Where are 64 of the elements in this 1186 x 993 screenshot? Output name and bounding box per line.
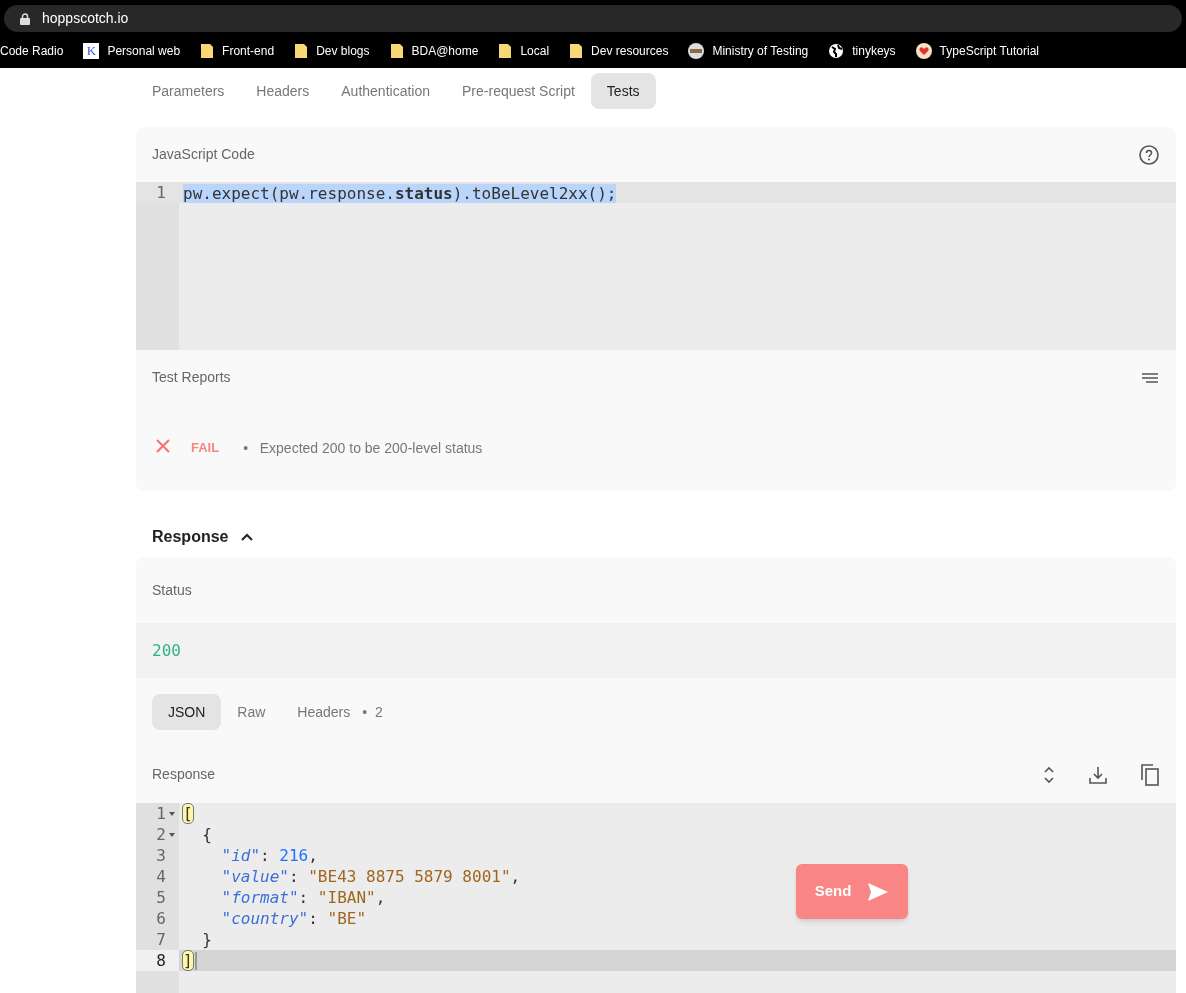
folder-icon — [389, 42, 404, 59]
globe-icon — [828, 42, 845, 59]
line-number: 7 — [155, 929, 167, 950]
code-line: ] — [183, 950, 193, 971]
fold-caret-icon[interactable] — [169, 812, 175, 816]
panel-title: Response — [152, 765, 216, 784]
tab[interactable]: Parameters — [136, 73, 241, 109]
text-cursor — [194, 951, 197, 970]
code-line: { — [201, 824, 212, 845]
panel-title: JavaScript Code — [152, 145, 255, 164]
code-line: "value": "BE43 8875 5879 8001", — [220, 866, 521, 887]
line-number: 6 — [155, 908, 167, 929]
code-line: } — [201, 929, 212, 950]
download-icon[interactable] — [1088, 764, 1108, 785]
fold-caret-icon[interactable] — [169, 833, 175, 837]
tab[interactable]: Headers • 2 — [281, 694, 399, 730]
bookmark[interactable]: Ministry of Testing — [688, 41, 809, 60]
lock-icon — [20, 12, 30, 25]
address-bar[interactable]: hoppscotch.io — [4, 5, 1182, 32]
code-line: [ — [183, 803, 193, 824]
letter-icon: K — [83, 42, 100, 59]
bookmark[interactable]: BDA@home — [389, 41, 479, 60]
line-number: 5 — [155, 887, 167, 908]
bookmark[interactable]: Front-end — [200, 41, 275, 60]
status-code: 200 — [152, 639, 181, 662]
bookmark[interactable]: K Personal web — [83, 41, 181, 60]
folder-icon — [569, 42, 584, 59]
result-message: • Expected 200 to be 200-level status — [243, 439, 483, 458]
expand-icon[interactable] — [1042, 764, 1056, 785]
send-icon — [867, 881, 890, 902]
bookmark[interactable]: tinykeys — [828, 41, 896, 60]
tab[interactable]: Authentication — [325, 73, 446, 109]
panel-title: Test Reports — [152, 368, 231, 387]
tab[interactable]: JSON — [152, 694, 222, 730]
line-number: 1 — [136, 182, 179, 203]
line-number: 8 — [136, 950, 179, 971]
bookmark[interactable]: Dev resources — [569, 41, 669, 60]
folder-icon — [200, 42, 215, 59]
copy-icon[interactable] — [1140, 763, 1160, 786]
chevron-up-icon[interactable] — [240, 532, 255, 542]
line-number: 3 — [155, 845, 167, 866]
result-status: FAIL — [191, 439, 220, 457]
line-number: 1 — [136, 803, 179, 824]
section-title: Response — [152, 527, 229, 547]
tab[interactable]: Raw — [221, 694, 282, 730]
line-number: 2 — [136, 824, 179, 845]
help-icon[interactable] — [1138, 143, 1160, 166]
line-number: 4 — [155, 866, 167, 887]
bookmark[interactable]: TypeScript Tutorial — [915, 41, 1039, 60]
bookmark[interactable]: Code Radio — [0, 41, 64, 60]
bookmark[interactable]: Dev blogs — [294, 41, 370, 60]
folder-icon — [498, 42, 513, 59]
code-line: "country": "BE" — [220, 908, 367, 929]
tab[interactable]: Tests — [590, 73, 656, 109]
code-editor[interactable]: 1 pw.expect(pw.response.status).toBeLevel2xx(); — [136, 182, 1176, 350]
code-line: "id": 216, — [220, 845, 318, 866]
code-line: "format": "IBAN", — [220, 887, 386, 908]
url-text: hoppscotch.io — [42, 9, 129, 28]
lines-icon[interactable] — [1140, 370, 1160, 385]
status-label: Status — [152, 580, 192, 600]
tab[interactable]: Headers — [240, 73, 326, 109]
folder-icon — [294, 42, 309, 59]
bookmark[interactable]: Local — [498, 41, 550, 60]
tab[interactable]: Pre-request Script — [446, 73, 591, 109]
